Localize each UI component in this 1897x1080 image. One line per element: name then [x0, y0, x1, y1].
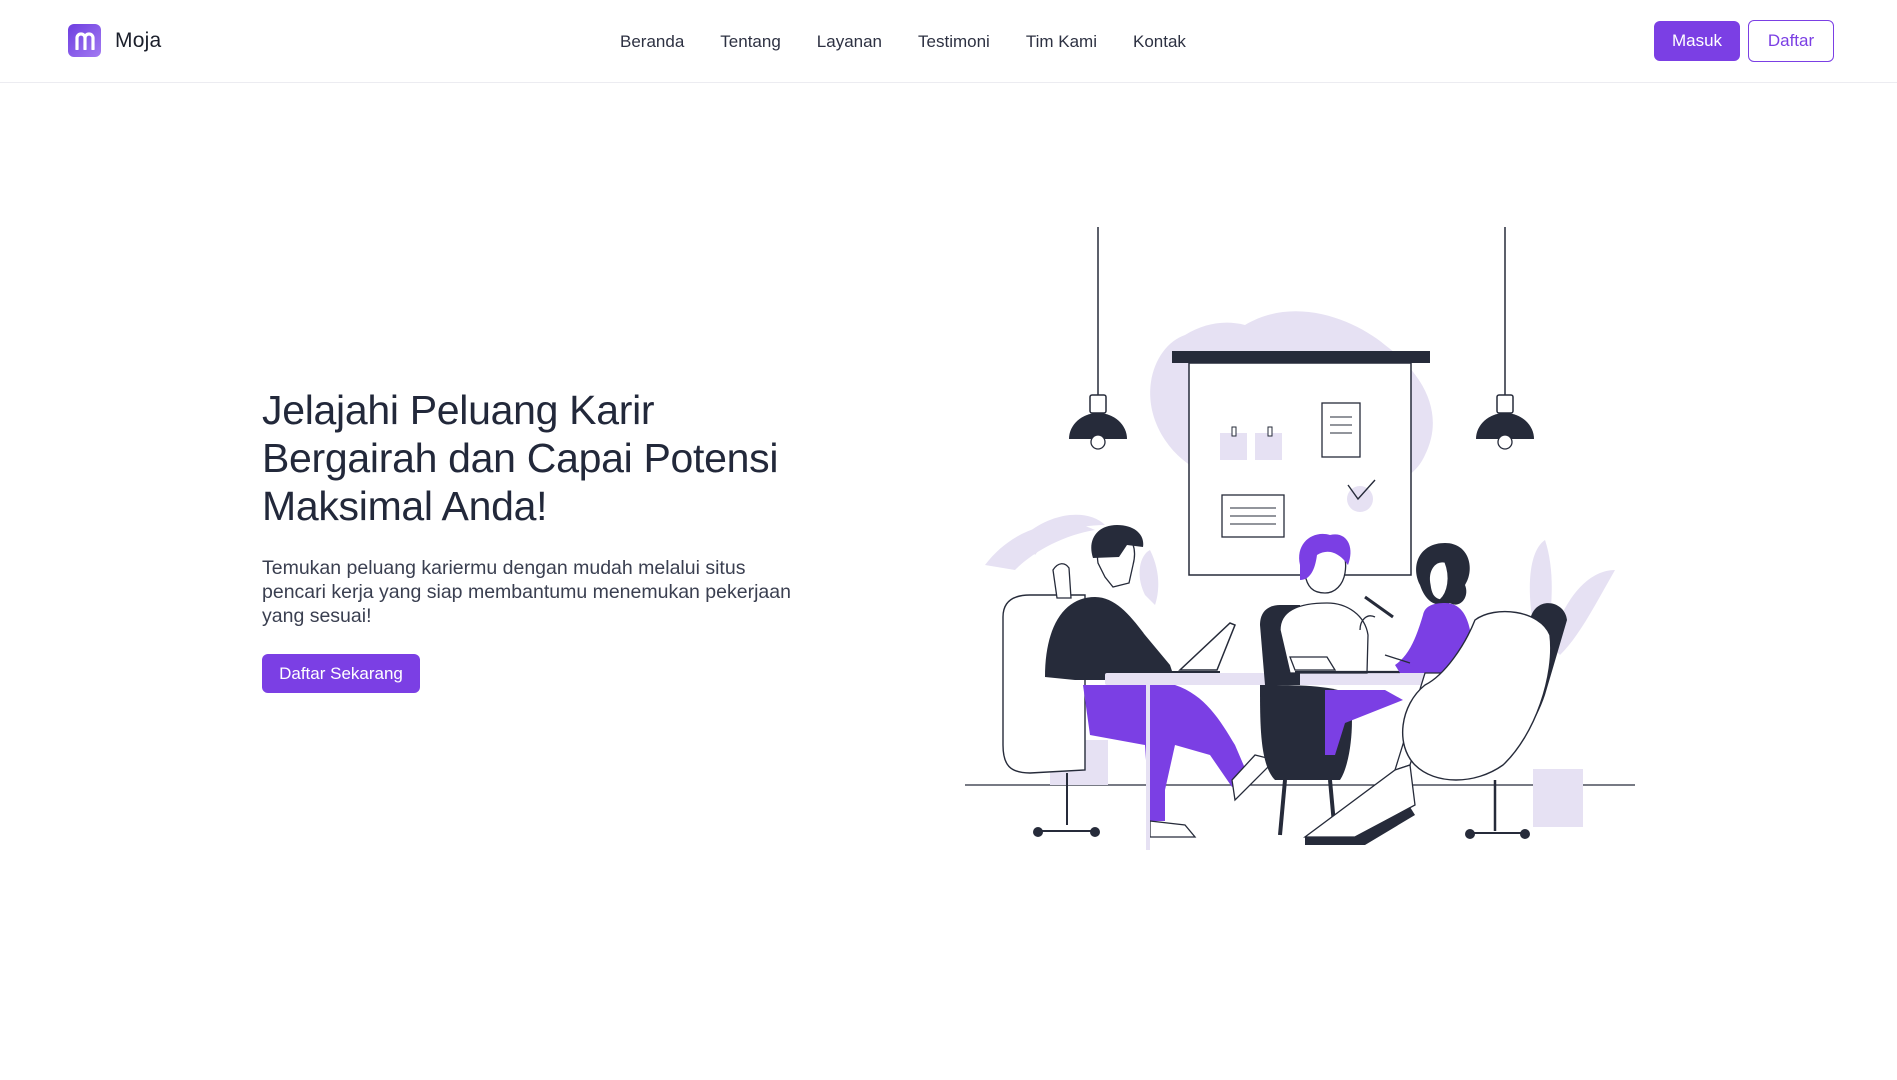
brand-link[interactable]: Moja — [68, 24, 161, 57]
register-button[interactable]: Daftar — [1748, 20, 1834, 62]
letter-m-logo-icon — [68, 24, 101, 57]
nav-link-tentang[interactable]: Tentang — [720, 32, 781, 51]
hero-title: Jelajahi Peluang Karir Bergairah dan Cap… — [262, 387, 779, 529]
navbar: Moja Beranda Tentang Layanan Testimoni T… — [0, 0, 1897, 83]
nav-link-beranda[interactable]: Beranda — [620, 32, 684, 51]
nav-menu: Beranda Tentang Layanan Testimoni Tim Ka… — [620, 0, 1186, 83]
nav-link-testimoni[interactable]: Testimoni — [918, 32, 990, 51]
login-button[interactable]: Masuk — [1654, 21, 1740, 61]
team-meeting-illustration — [965, 227, 1635, 850]
hero-description: Temukan peluang kariermu dengan mudah me… — [262, 557, 791, 627]
nav-link-tim-kami[interactable]: Tim Kami — [1026, 32, 1097, 51]
nav-link-layanan[interactable]: Layanan — [817, 32, 882, 51]
nav-link-kontak[interactable]: Kontak — [1133, 32, 1186, 51]
brand-name: Moja — [115, 28, 162, 52]
register-now-button[interactable]: Daftar Sekarang — [262, 654, 420, 693]
